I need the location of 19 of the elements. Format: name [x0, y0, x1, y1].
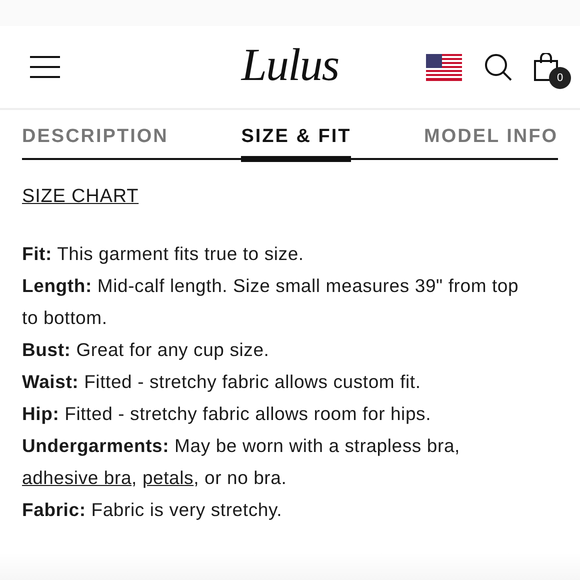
fit-detail: Waist: Fitted - stretchy fabric allows custom fit. [22, 370, 422, 394]
shopping-bag-icon[interactable] [534, 53, 558, 81]
menu-icon[interactable] [30, 56, 60, 78]
cart-count-badge: 0 [549, 67, 571, 89]
flag-icon[interactable] [426, 54, 462, 80]
fit-detail: Fabric: Fabric is very stretchy. [22, 498, 284, 522]
fit-detail: Length: Mid-calf length. Size small measures 39" from top to bottom. [22, 274, 520, 330]
tab[interactable]: SIZE & FIT [241, 126, 352, 162]
text-link[interactable]: adhesive bra [22, 467, 132, 488]
logo[interactable]: Lulus [241, 38, 339, 91]
fit-detail: Hip: Fitted - stretchy fabric allows room for hips. [22, 402, 432, 426]
search-icon[interactable] [484, 53, 512, 81]
tab[interactable]: MODEL INFO [424, 126, 558, 162]
fit-detail: Undergarments: May be worn with a strapless bra, adhesive bra, petals, or no bra. [22, 434, 461, 490]
fit-detail: Bust: Great for any cup size. [22, 338, 270, 362]
size-chart-link[interactable]: SIZE CHART [22, 186, 139, 208]
tab[interactable]: DESCRIPTION [22, 126, 168, 162]
fit-detail: Fit: This garment fits true to size. [22, 242, 305, 266]
text-link[interactable]: petals [142, 467, 194, 488]
